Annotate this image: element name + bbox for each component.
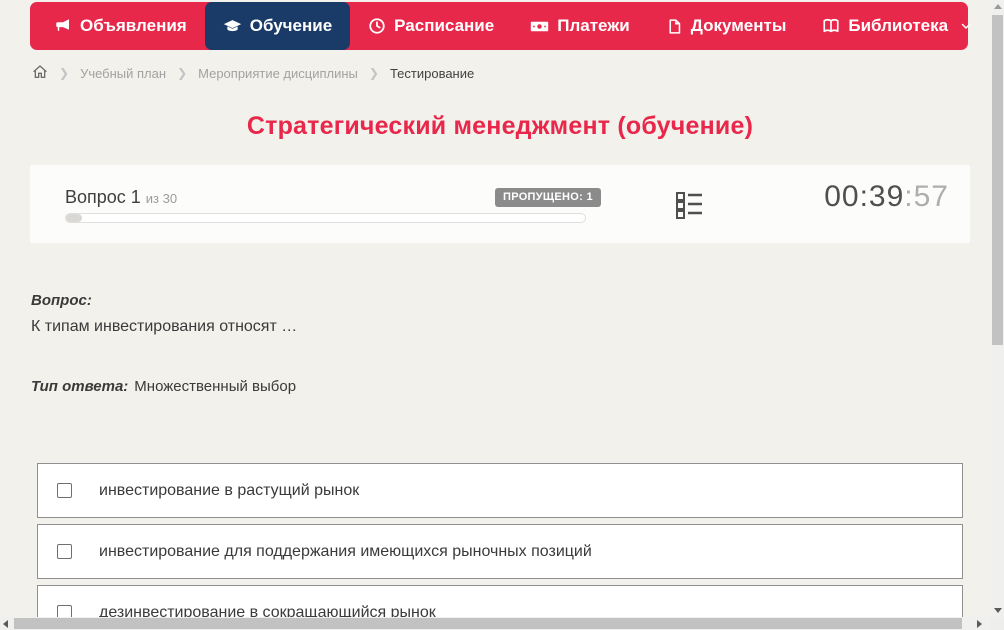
scroll-down-icon[interactable] — [994, 608, 1002, 613]
answer-option-2[interactable]: инвестирование для поддержания имеющихся… — [37, 524, 963, 579]
breadcrumb-item-curriculum[interactable]: Учебный план — [80, 66, 166, 81]
question-prompt-label: Вопрос: — [31, 292, 92, 309]
document-icon — [666, 18, 683, 35]
breadcrumb-item-discipline-event[interactable]: Мероприятие дисциплины — [198, 66, 358, 81]
nav-label: Библиотека — [848, 16, 949, 35]
answer-type-label: Тип ответа: — [31, 378, 129, 395]
question-list-icon[interactable] — [675, 191, 704, 224]
payment-icon — [530, 17, 549, 36]
vertical-scrollbar[interactable] — [991, 0, 1004, 617]
breadcrumb-separator: ❯ — [59, 66, 70, 80]
timer: 00:39:57 — [824, 180, 949, 214]
question-number: Вопрос 1 — [65, 187, 141, 207]
nav-item-library[interactable]: Библиотека — [804, 2, 990, 50]
question-number-label: Вопрос 1 из 30 — [65, 187, 177, 208]
answer-option-label: инвестирование для поддержания имеющихся… — [99, 542, 592, 560]
question-header-panel: Вопрос 1 из 30 ПРОПУЩЕНО: 1 00:39:57 — [30, 165, 970, 243]
scroll-right-icon[interactable] — [977, 620, 982, 628]
nav-item-learning[interactable]: Обучение — [204, 2, 351, 50]
horizontal-scrollbar-thumb[interactable] — [14, 618, 962, 629]
nav-item-payments[interactable]: Платежи — [512, 2, 648, 50]
nav-label: Документы — [690, 16, 787, 35]
answer-options: инвестирование в растущий рынок инвестир… — [37, 463, 963, 630]
breadcrumb-separator: ❯ — [177, 66, 188, 80]
main-navbar: Объявления Обучение Расписание Платежи Д… — [30, 2, 971, 50]
vertical-scrollbar-thumb[interactable] — [992, 15, 1003, 345]
answer-option-label: инвестирование в растущий рынок — [99, 481, 360, 499]
breadcrumb-item-testing: Тестирование — [389, 65, 475, 81]
answer-checkbox-1[interactable] — [57, 483, 72, 498]
nav-label: Объявления — [80, 16, 187, 35]
question-prompt-text: К типам инвестирования относят … — [31, 318, 298, 335]
scrollbar-corner — [991, 617, 1004, 630]
scroll-up-icon[interactable] — [994, 4, 1002, 9]
scroll-left-icon[interactable] — [3, 620, 8, 628]
clock-icon — [368, 17, 386, 35]
breadcrumb-separator: ❯ — [368, 66, 379, 80]
nav-label: Расписание — [394, 16, 495, 35]
nav-label: Обучение — [249, 16, 333, 35]
graduation-cap-icon — [223, 17, 242, 36]
skipped-badge: ПРОПУЩЕНО: 1 — [495, 188, 601, 207]
question-progress-bar — [65, 213, 586, 223]
chevron-down-icon — [960, 20, 972, 32]
home-icon[interactable] — [32, 64, 48, 83]
answer-option-1[interactable]: инвестирование в растущий рынок — [37, 463, 963, 518]
page-title: Стратегический менеджмент (обучение) — [246, 112, 754, 140]
nav-item-schedule[interactable]: Расписание — [350, 2, 512, 50]
breadcrumb: ❯ Учебный план ❯ Мероприятие дисциплины … — [32, 63, 474, 83]
megaphone-icon — [54, 17, 72, 35]
nav-item-announcements[interactable]: Объявления — [36, 2, 205, 50]
horizontal-scrollbar[interactable] — [0, 617, 991, 630]
timer-seconds: :57 — [904, 180, 949, 213]
nav-label: Платежи — [557, 16, 630, 35]
answer-checkbox-2[interactable] — [57, 544, 72, 559]
timer-main: 00:39 — [824, 180, 905, 213]
nav-item-documents[interactable]: Документы — [648, 2, 805, 50]
book-icon — [822, 17, 840, 35]
question-total: из 30 — [145, 191, 178, 206]
progress-fill — [66, 214, 82, 222]
answer-type-value: Множественный выбор — [134, 378, 297, 395]
answer-type-row: Тип ответа: Множественный выбор — [31, 378, 296, 395]
